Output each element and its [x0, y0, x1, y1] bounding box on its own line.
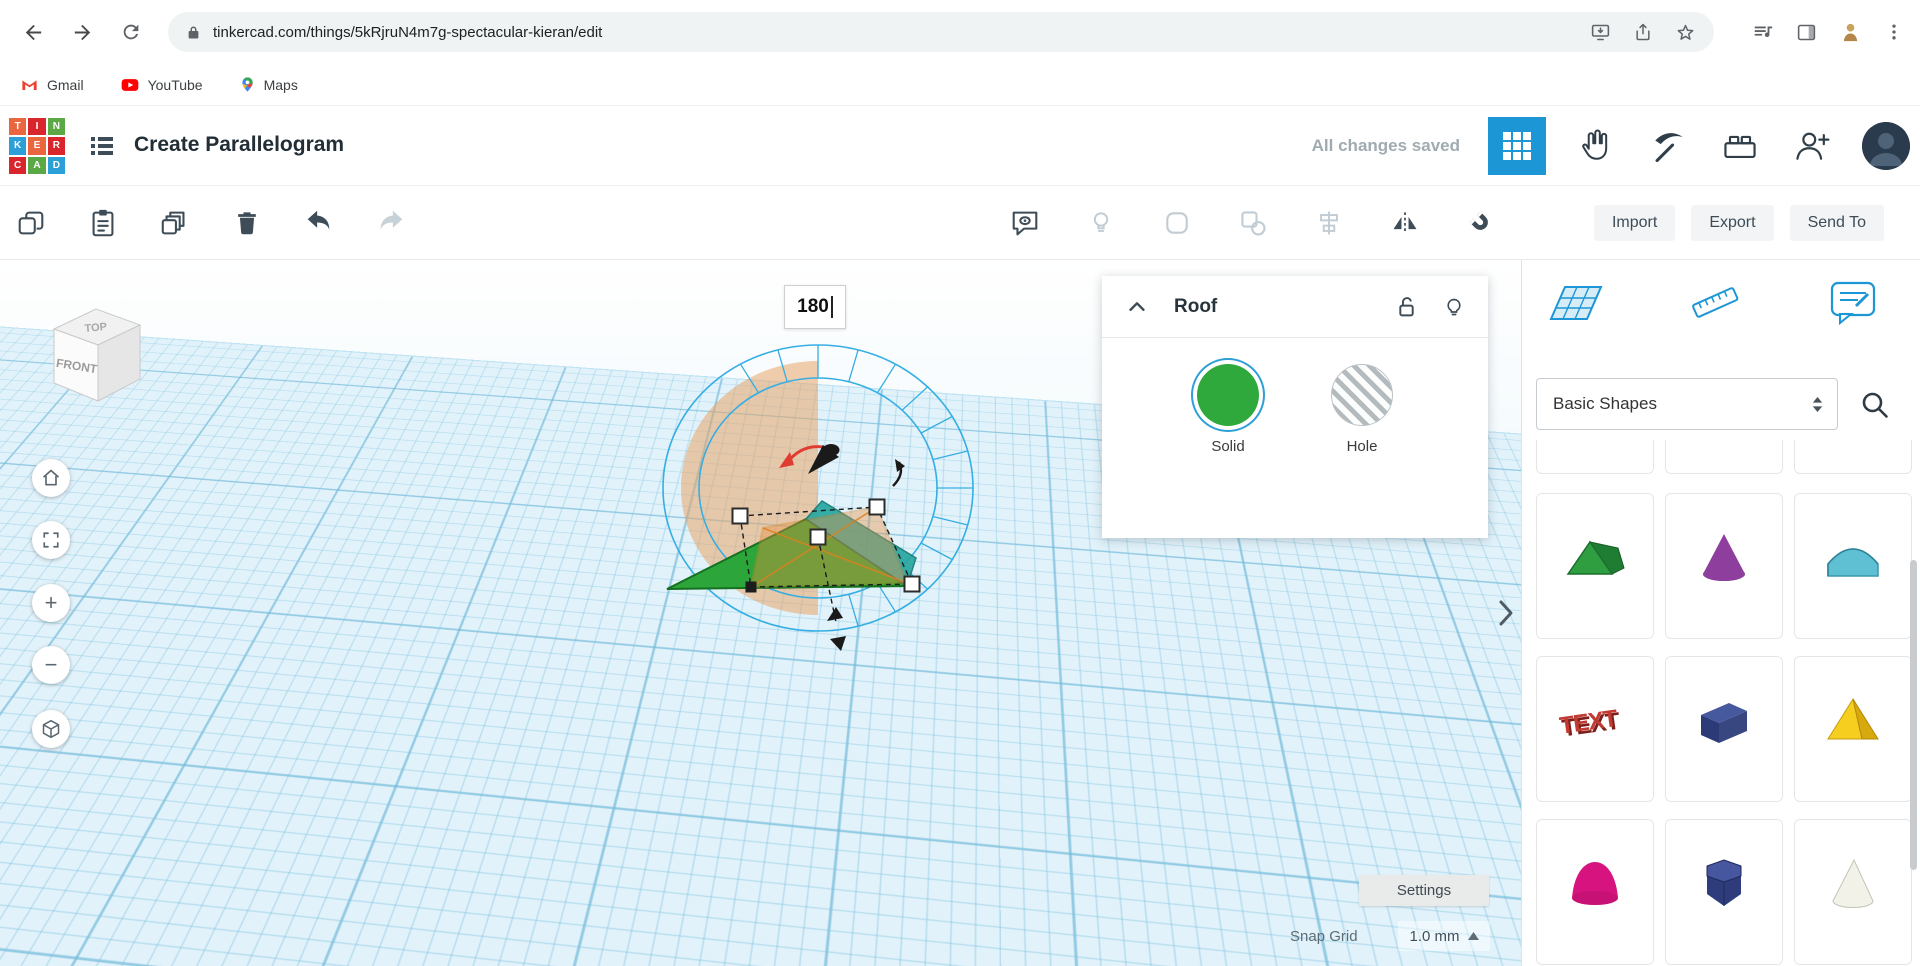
shape-tile-paraboloid[interactable]: [1536, 819, 1654, 965]
shape-tile-soft-cone[interactable]: [1794, 819, 1912, 965]
copy-button[interactable]: [14, 206, 48, 240]
import-button[interactable]: Import: [1593, 205, 1676, 241]
snap-grid-select[interactable]: 1.0 mm: [1398, 921, 1490, 951]
settings-button[interactable]: Settings: [1359, 875, 1489, 906]
tinkercad-logo[interactable]: T I N K E R C A D: [9, 118, 65, 174]
perspective-toggle-button[interactable]: [32, 710, 70, 748]
share-icon[interactable]: [1633, 22, 1653, 42]
browser-toolbar: tinkercad.com/things/5kRjruN4m7g-spectac…: [0, 0, 1920, 64]
export-button[interactable]: Export: [1691, 205, 1774, 241]
rotation-angle-input[interactable]: 180: [784, 285, 846, 329]
shape-tile-partial[interactable]: [1665, 440, 1783, 474]
site-lock-icon[interactable]: [186, 25, 201, 40]
paste-button[interactable]: [86, 206, 120, 240]
panel-collapse-chevron[interactable]: [1494, 596, 1518, 630]
notes-visibility-button[interactable]: [1008, 206, 1042, 240]
bookmarks-bar: Gmail YouTube Maps: [0, 64, 1920, 106]
send-to-button[interactable]: Send To: [1789, 205, 1884, 241]
snap-grid-caret-icon: [1467, 932, 1479, 940]
edit-toolbar: Import Export Send To: [0, 186, 1920, 260]
align-button[interactable]: [1312, 206, 1346, 240]
select-caret-icon: [1810, 395, 1825, 414]
show-hidden-bulb-button[interactable]: [1084, 206, 1118, 240]
browser-menu-icon[interactable]: [1884, 22, 1904, 42]
queue-music-icon[interactable]: [1752, 21, 1774, 43]
lock-icon[interactable]: [1395, 295, 1418, 318]
view-home-button[interactable]: [32, 459, 70, 497]
bookmark-maps[interactable]: Maps: [239, 76, 298, 93]
design-list-icon[interactable]: [88, 132, 116, 165]
maps-icon: [239, 76, 256, 93]
shape-tile-box[interactable]: [1665, 656, 1783, 802]
shape-tile-partial[interactable]: [1794, 440, 1912, 474]
view-cube-top-label[interactable]: TOP: [84, 321, 107, 335]
shape-tile-pyramid[interactable]: [1794, 656, 1912, 802]
duplicate-button[interactable]: [158, 206, 192, 240]
panel-collapse-up-icon[interactable]: [1126, 296, 1148, 318]
browser-profile-avatar[interactable]: [1839, 21, 1862, 44]
solid-option[interactable]: Solid: [1197, 364, 1259, 538]
zoom-out-button[interactable]: −: [32, 646, 70, 684]
user-avatar[interactable]: [1862, 122, 1910, 170]
side-panel-icon[interactable]: [1796, 22, 1817, 43]
group-button[interactable]: [1160, 206, 1194, 240]
workplane-magnet-button[interactable]: [1464, 206, 1498, 240]
bookmark-youtube[interactable]: YouTube: [120, 75, 203, 95]
ruler-tool-icon[interactable]: [1686, 276, 1744, 328]
text-caret: [830, 296, 833, 318]
gmail-icon: [20, 75, 39, 94]
install-app-icon[interactable]: [1590, 22, 1611, 43]
notes-tool-icon[interactable]: [1824, 276, 1882, 328]
hand-sim-icon[interactable]: [1574, 124, 1618, 168]
zoom-in-button[interactable]: +: [32, 584, 70, 622]
mirror-button[interactable]: [1388, 206, 1422, 240]
shape-tile-partial[interactable]: [1536, 440, 1654, 474]
shapes-sidebar: Basic Shapes TEXT TEXT: [1521, 260, 1920, 966]
search-shapes-button[interactable]: [1858, 388, 1892, 422]
redo-button[interactable]: [374, 206, 408, 240]
fit-view-button[interactable]: [32, 521, 70, 559]
sidebar-scrollbar[interactable]: [1910, 560, 1917, 870]
forward-icon[interactable]: [69, 19, 95, 45]
header-right-cluster: All changes saved: [1312, 106, 1920, 186]
shape-category-select[interactable]: Basic Shapes: [1536, 378, 1838, 430]
save-status: All changes saved: [1311, 136, 1460, 155]
undo-button[interactable]: [302, 206, 336, 240]
invite-person-icon[interactable]: [1790, 124, 1834, 168]
workplane-tool-icon[interactable]: [1547, 276, 1605, 328]
hole-option[interactable]: Hole: [1331, 364, 1393, 538]
snap-grid-label: Snap Grid: [1290, 928, 1358, 945]
shape-inspector-panel: Roof Solid Hole: [1102, 276, 1488, 538]
brick-export-icon[interactable]: [1718, 124, 1762, 168]
delete-button[interactable]: [230, 206, 264, 240]
solid-swatch[interactable]: [1197, 364, 1259, 426]
youtube-icon: [120, 75, 140, 95]
dashboard-grid-button[interactable]: [1488, 117, 1546, 175]
view-cube[interactable]: TOP FRONT: [40, 295, 152, 413]
hide-bulb-icon[interactable]: [1444, 296, 1464, 318]
shape-tile-text[interactable]: TEXT TEXT: [1536, 656, 1654, 802]
bookmark-gmail[interactable]: Gmail: [20, 75, 84, 94]
address-bar[interactable]: tinkercad.com/things/5kRjruN4m7g-spectac…: [168, 12, 1714, 52]
corner-rotate-arrow[interactable]: [892, 459, 905, 487]
page-url: tinkercad.com/things/5kRjruN4m7g-spectac…: [213, 23, 603, 41]
hole-swatch[interactable]: [1331, 364, 1393, 426]
bookmark-star-icon[interactable]: [1675, 22, 1696, 43]
ungroup-button[interactable]: [1236, 206, 1270, 240]
reload-icon[interactable]: [118, 19, 144, 45]
design-title[interactable]: Create Parallelogram: [134, 133, 344, 157]
shape-name-title: Roof: [1174, 295, 1218, 317]
shape-tile-round-roof[interactable]: [1794, 493, 1912, 639]
shape-tile-cone[interactable]: [1665, 493, 1783, 639]
minecraft-pickaxe-icon[interactable]: [1646, 124, 1690, 168]
shape-tile-polygon[interactable]: [1665, 819, 1783, 965]
back-icon[interactable]: [20, 19, 46, 45]
shape-tile-roof[interactable]: [1536, 493, 1654, 639]
